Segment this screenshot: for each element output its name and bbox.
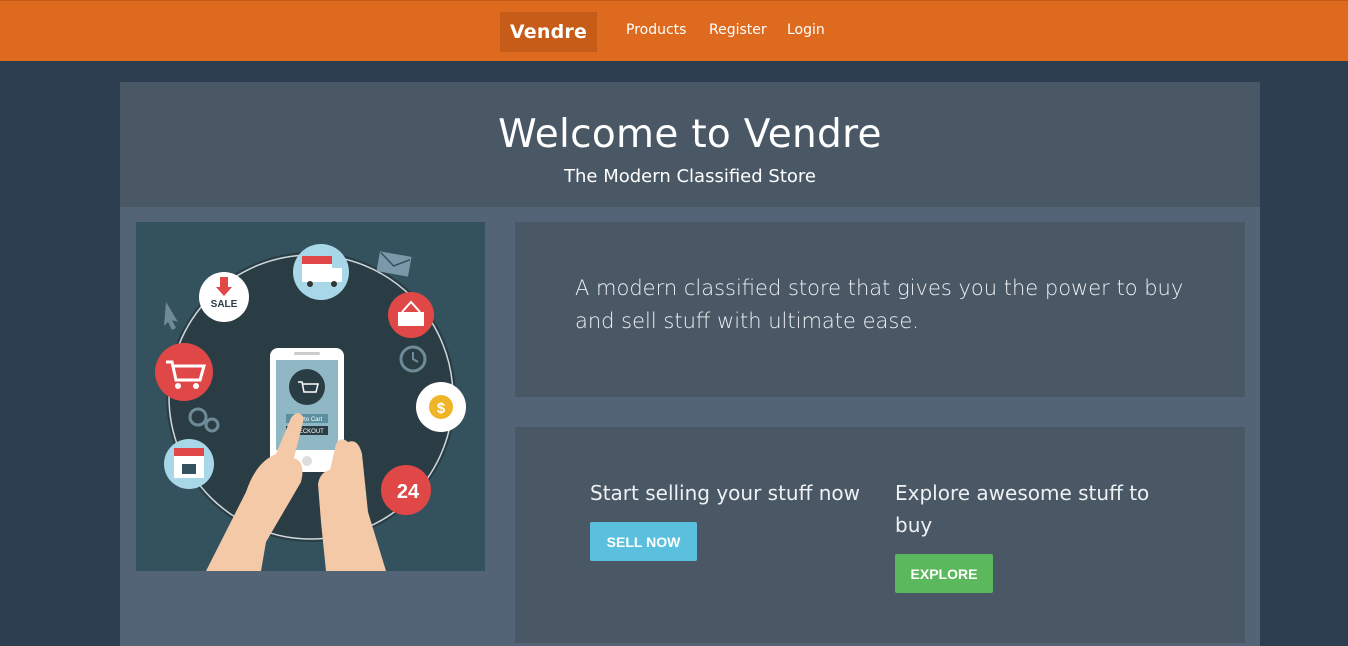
basket-icon	[388, 292, 434, 338]
hero-subtitle: The Modern Classified Store	[564, 166, 816, 187]
nav-products-link[interactable]: Products	[626, 22, 686, 38]
nav-login-link[interactable]: Login	[787, 22, 825, 38]
brand-logo[interactable]: Vendre	[500, 12, 597, 52]
sell-now-button[interactable]: SELL NOW	[590, 522, 697, 561]
nav-register-link[interactable]: Register	[709, 22, 767, 38]
shopping-cart-icon	[155, 343, 213, 401]
sale-label: SALE	[211, 299, 238, 310]
hero-title: Welcome to Vendre	[498, 112, 882, 157]
sale-tag-icon: SALE	[199, 272, 249, 322]
explore-button[interactable]: EXPLORE	[895, 554, 993, 593]
main-container: Welcome to Vendre The Modern Classified …	[120, 82, 1260, 646]
top-navbar: Vendre Products Register Login	[0, 0, 1348, 61]
delivery-truck-icon	[293, 244, 349, 300]
cta-panel: Start selling your stuff now SELL NOW Ex…	[515, 427, 1245, 643]
intro-text: A modern classified store that gives you…	[575, 276, 1184, 333]
store-front-icon	[164, 439, 214, 489]
cursor-icon	[164, 302, 178, 330]
24-hour-icon: 24	[381, 465, 431, 515]
intro-panel: A modern classified store that gives you…	[515, 222, 1245, 397]
dollar-coin-icon: $	[416, 382, 466, 432]
sell-prompt-text: Start selling your stuff now	[590, 481, 861, 505]
hero-banner: Welcome to Vendre The Modern Classified …	[120, 82, 1260, 207]
24-hour-label: 24	[397, 481, 420, 503]
shopping-illustration: SALE $ 24 Add to Cart CHECKOUT	[136, 222, 485, 571]
svg-text:$: $	[437, 400, 446, 417]
explore-prompt-text: Explore awesome stuff to buy	[895, 481, 1150, 537]
